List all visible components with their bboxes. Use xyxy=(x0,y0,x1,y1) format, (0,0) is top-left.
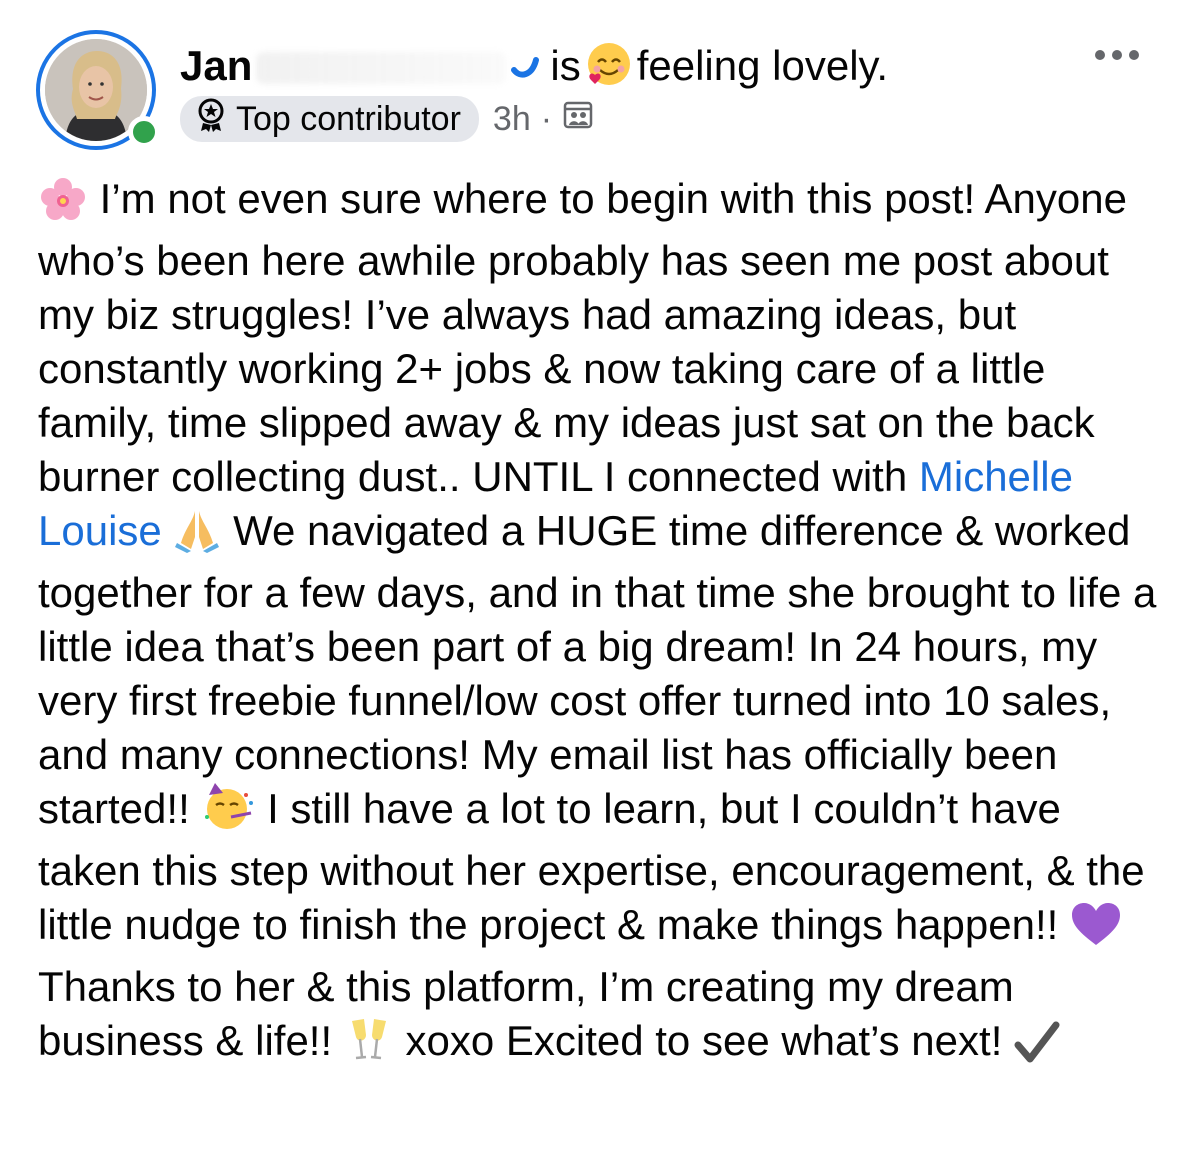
redacted-name xyxy=(256,52,507,84)
author-name[interactable]: Jan xyxy=(180,42,252,89)
meta-separator: · xyxy=(540,99,553,138)
post-body: I’m not even sure where to begin with th… xyxy=(38,172,1158,1076)
post-text-part-1: I’m not even sure where to begin with th… xyxy=(38,175,1127,500)
top-contributor-icon xyxy=(196,98,226,141)
post-time[interactable]: 3h xyxy=(493,100,531,139)
post-text-part-5: xoxo Excited to see what’s next! xyxy=(393,1017,1015,1064)
folded-hands-icon xyxy=(173,507,221,566)
cherry-blossom-icon xyxy=(38,177,88,234)
activity-verb: is xyxy=(550,42,581,89)
more-options-icon[interactable] xyxy=(1095,50,1139,60)
author-avatar-wrap[interactable] xyxy=(36,30,160,150)
activity-feeling: feeling lovely. xyxy=(636,42,889,89)
group-audience-icon[interactable] xyxy=(562,99,594,140)
post-meta: 3h · xyxy=(493,99,594,140)
clinking-glasses-icon xyxy=(344,1015,394,1076)
smiling-face-with-hearts-icon xyxy=(585,40,633,100)
purple-heart-icon xyxy=(1070,901,1122,960)
post-meta-row: Top contributor 3h · xyxy=(180,96,594,142)
post-header: Jan is feeling lovely. xyxy=(180,40,888,100)
check-mark-icon xyxy=(1014,1021,1060,1076)
badge-label: Top contributor xyxy=(236,99,461,138)
partying-face-icon xyxy=(201,783,255,844)
online-status-dot xyxy=(128,116,160,148)
verified-check-icon xyxy=(510,42,540,94)
top-contributor-badge[interactable]: Top contributor xyxy=(180,96,479,142)
